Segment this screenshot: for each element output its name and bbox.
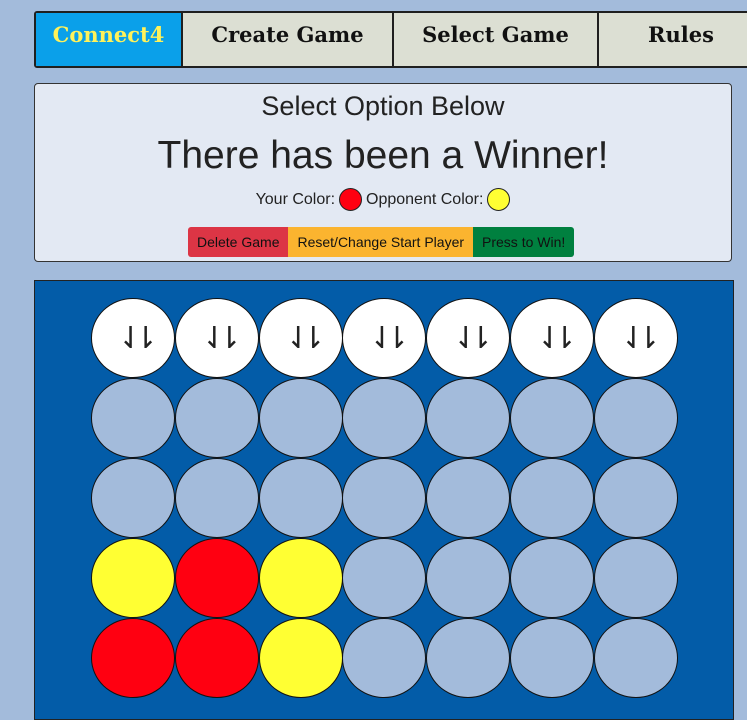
yellow-piece xyxy=(258,538,343,618)
drop-column-button[interactable]: ⇃⇂ xyxy=(258,298,343,378)
drop-column-button[interactable]: ⇃⇂ xyxy=(593,298,678,378)
empty-slot xyxy=(510,378,594,458)
game-status: There has been a Winner! xyxy=(157,134,609,177)
drop-column-button[interactable]: ⇃⇂ xyxy=(426,298,511,378)
game-board: ⇃⇂ ⇃⇂ ⇃⇂ ⇃⇂ ⇃⇂ ⇃⇂ ⇃⇂ xyxy=(34,280,734,720)
game-panel: Select Option Below There has been a Win… xyxy=(34,83,732,262)
yellow-piece xyxy=(258,618,343,698)
red-piece xyxy=(174,618,259,698)
red-piece xyxy=(91,618,175,698)
empty-slot xyxy=(342,538,427,618)
empty-slot xyxy=(593,618,678,698)
drop-column-button[interactable]: ⇃⇂ xyxy=(91,298,175,378)
your-color-label: Your Color: xyxy=(255,190,336,208)
empty-slot xyxy=(426,458,511,538)
empty-slot xyxy=(174,378,259,458)
double-down-arrow-icon: ⇃⇂ xyxy=(201,320,242,356)
empty-slot xyxy=(258,378,343,458)
empty-slot xyxy=(510,458,594,538)
empty-slot xyxy=(342,458,427,538)
yellow-piece xyxy=(91,538,175,618)
empty-slot xyxy=(91,458,175,538)
tab-select-game[interactable]: Select Game xyxy=(394,13,599,66)
empty-slot xyxy=(510,618,594,698)
drop-column-button[interactable]: ⇃⇂ xyxy=(174,298,259,378)
action-buttons: Delete Game Reset/Change Start Player Pr… xyxy=(188,227,575,257)
your-color-swatch xyxy=(339,188,363,211)
tab-rules[interactable]: Rules xyxy=(599,13,747,66)
reset-start-player-button[interactable]: Reset/Change Start Player xyxy=(288,227,474,257)
empty-slot xyxy=(510,538,594,618)
tab-create-game[interactable]: Create Game xyxy=(183,13,394,66)
double-down-arrow-icon: ⇃⇂ xyxy=(285,320,325,356)
empty-slot xyxy=(593,458,678,538)
empty-slot xyxy=(426,538,511,618)
double-down-arrow-icon: ⇃⇂ xyxy=(620,320,661,356)
empty-slot xyxy=(593,378,678,458)
empty-slot xyxy=(91,378,175,458)
opponent-color-label: Opponent Color: xyxy=(366,190,484,208)
top-nav: Connect4 Create Game Select Game Rules xyxy=(34,11,747,68)
double-down-arrow-icon: ⇃⇂ xyxy=(117,320,158,356)
red-piece xyxy=(174,538,259,618)
press-to-win-button[interactable]: Press to Win! xyxy=(473,227,575,257)
empty-slot xyxy=(258,458,343,538)
drop-column-button[interactable]: ⇃⇂ xyxy=(342,298,427,378)
empty-slot xyxy=(342,618,427,698)
color-legend: Your Color: Opponent Color: xyxy=(35,188,731,211)
empty-slot xyxy=(174,458,259,538)
empty-slot xyxy=(593,538,678,618)
double-down-arrow-icon: ⇃⇂ xyxy=(369,320,409,356)
panel-heading: Select Option Below xyxy=(261,91,505,121)
double-down-arrow-icon: ⇃⇂ xyxy=(453,320,493,356)
delete-game-button[interactable]: Delete Game xyxy=(188,227,289,257)
opponent-color-swatch xyxy=(487,188,511,211)
double-down-arrow-icon: ⇃⇂ xyxy=(536,320,577,356)
empty-slot xyxy=(426,378,511,458)
drop-column-button[interactable]: ⇃⇂ xyxy=(510,298,594,378)
empty-slot xyxy=(426,618,511,698)
empty-slot xyxy=(342,378,427,458)
tab-connect4[interactable]: Connect4 xyxy=(36,13,183,66)
